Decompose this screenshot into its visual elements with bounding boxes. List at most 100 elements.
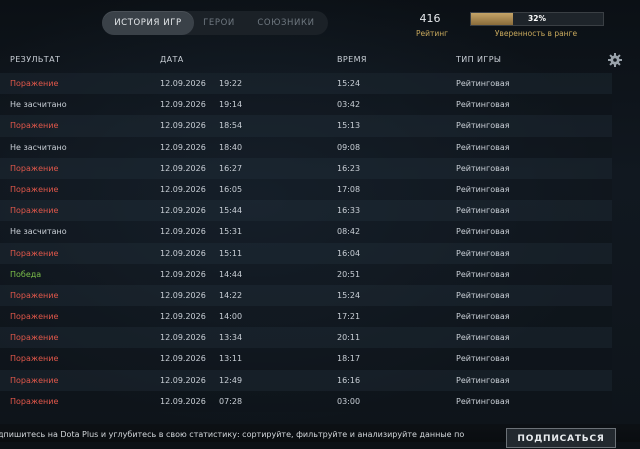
match-start-time: 19:14 (219, 100, 243, 110)
match-start-time: 14:44 (219, 269, 243, 279)
match-result: Поражение (10, 333, 59, 343)
match-date: 12.09.2026 (160, 290, 206, 300)
match-date: 12.09.2026 (160, 121, 206, 131)
match-result: Поражение (10, 121, 59, 131)
rank-confidence-percent: 32% (528, 14, 546, 23)
match-duration: 03:42 (337, 100, 361, 110)
match-row[interactable]: Поражение 12.09.2026 14:00 17:21 Рейтинговая (0, 306, 612, 328)
column-duration[interactable]: ВРЕМЯ (337, 55, 367, 64)
match-duration: 16:16 (337, 375, 361, 385)
match-start-time: 15:31 (219, 227, 243, 237)
match-game-type: Рейтинговая (456, 333, 510, 343)
match-result: Поражение (10, 354, 59, 364)
match-game-type: Рейтинговая (456, 248, 510, 258)
match-duration: 20:51 (337, 269, 361, 279)
column-game-type[interactable]: ТИП ИГРЫ (456, 55, 501, 64)
match-start-time: 16:05 (219, 184, 243, 194)
match-row[interactable]: Поражение 12.09.2026 16:05 17:08 Рейтинговая (0, 178, 612, 201)
gear-icon[interactable] (607, 52, 623, 68)
column-result[interactable]: РЕЗУЛЬТАТ (10, 55, 60, 64)
match-start-time: 15:44 (219, 206, 243, 216)
match-row[interactable]: Не засчитано 12.09.2026 15:31 08:42 Рейтинго… (0, 221, 612, 243)
match-result: Поражение (10, 206, 59, 216)
match-date: 12.09.2026 (160, 375, 206, 385)
match-result: Поражение (10, 312, 59, 322)
match-date: 12.09.2026 (160, 333, 206, 343)
table-header: РЕЗУЛЬТАТ ДАТА ВРЕМЯ ТИП ИГРЫ (0, 52, 640, 68)
match-row[interactable]: Не засчитано 12.09.2026 19:14 03:42 Рейтинго… (0, 94, 612, 116)
match-result: Поражение (10, 184, 59, 194)
match-game-type: Рейтинговая (456, 290, 510, 300)
subscribe-button[interactable]: ПОДПИСАТЬСЯ (506, 428, 616, 448)
match-row[interactable]: Поражение 12.09.2026 07:28 03:00 Рейтинговая (0, 390, 612, 412)
match-duration: 03:00 (337, 396, 361, 406)
match-game-type: Рейтинговая (456, 227, 510, 237)
match-game-type: Рейтинговая (456, 269, 510, 279)
tab-match-history[interactable]: ИСТОРИЯ ИГР (102, 11, 194, 35)
match-start-time: 19:22 (219, 79, 243, 88)
match-game-type: Рейтинговая (456, 142, 510, 152)
match-row[interactable]: Поражение 12.09.2026 15:11 16:04 Рейтинговая (0, 242, 612, 264)
match-duration: 16:33 (337, 206, 361, 216)
match-row[interactable]: Поражение 12.09.2026 16:27 16:23 Рейтинговая (0, 157, 612, 179)
match-duration: 18:17 (337, 354, 361, 364)
match-result: Победа (10, 269, 42, 279)
match-duration: 17:08 (337, 184, 361, 194)
rating-value: 416 (419, 12, 441, 25)
match-duration: 09:08 (337, 142, 361, 152)
match-date: 12.09.2026 (160, 142, 206, 152)
rating-label: Рейтинг (415, 29, 449, 38)
match-result: Поражение (10, 163, 59, 173)
match-row[interactable]: Поражение 12.09.2026 19:22 15:24 Рейтинговая (0, 73, 612, 95)
tab-bar: ИСТОРИЯ ИГР ГЕРОИ СОЮЗНИКИ (102, 11, 328, 35)
match-game-type: Рейтинговая (456, 354, 510, 364)
match-game-type: Рейтинговая (456, 100, 510, 110)
match-row[interactable]: Поражение 12.09.2026 13:11 18:17 Рейтинговая (0, 348, 612, 370)
match-duration: 15:13 (337, 121, 361, 131)
match-row[interactable]: Поражение 12.09.2026 13:34 20:11 Рейтинговая (0, 327, 612, 349)
match-date: 12.09.2026 (160, 354, 206, 364)
match-game-type: Рейтинговая (456, 206, 510, 216)
match-duration: 15:24 (337, 79, 361, 88)
match-result: Не засчитано (10, 142, 67, 152)
match-row[interactable]: Победа 12.09.2026 14:44 20:51 Рейтинговая (0, 263, 612, 285)
match-duration: 08:42 (337, 227, 361, 237)
match-date: 12.09.2026 (160, 269, 206, 279)
match-start-time: 12:49 (219, 375, 243, 385)
match-date: 12.09.2026 (160, 396, 206, 406)
column-date[interactable]: ДАТА (160, 55, 184, 64)
match-result: Поражение (10, 290, 59, 300)
match-date: 12.09.2026 (160, 163, 206, 173)
match-row[interactable]: Поражение 12.09.2026 18:54 15:13 Рейтинговая (0, 115, 612, 137)
match-list: Поражение 12.09.2026 19:22 15:24 Рейтинговая… (0, 73, 640, 412)
match-game-type: Рейтинговая (456, 312, 510, 322)
match-result: Не засчитано (10, 100, 67, 110)
match-result: Поражение (10, 248, 59, 258)
match-date: 12.09.2026 (160, 227, 206, 237)
match-duration: 16:23 (337, 163, 361, 173)
match-game-type: Рейтинговая (456, 184, 510, 194)
match-result: Поражение (10, 375, 59, 385)
match-game-type: Рейтинговая (456, 163, 510, 173)
tab-allies[interactable]: СОЮЗНИКИ (244, 11, 328, 35)
match-duration: 17:21 (337, 312, 361, 322)
match-row[interactable]: Не засчитано 12.09.2026 18:40 09:08 Рейтинго… (0, 136, 612, 158)
match-duration: 16:04 (337, 248, 361, 258)
match-start-time: 18:40 (219, 142, 243, 152)
match-start-time: 15:11 (219, 248, 243, 258)
match-start-time: 14:00 (219, 312, 243, 322)
match-date: 12.09.2026 (160, 248, 206, 258)
tab-heroes[interactable]: ГЕРОИ (194, 11, 244, 35)
match-game-type: Рейтинговая (456, 375, 510, 385)
match-start-time: 07:28 (219, 396, 243, 406)
match-row[interactable]: Поражение 12.09.2026 14:22 15:24 Рейтинговая (0, 284, 612, 307)
match-row[interactable]: Поражение 12.09.2026 15:44 16:33 Рейтинговая (0, 200, 612, 222)
match-date: 12.09.2026 (160, 312, 206, 322)
match-start-time: 14:22 (219, 290, 243, 300)
match-duration: 20:11 (337, 333, 361, 343)
match-start-time: 16:27 (219, 163, 243, 173)
match-row[interactable]: Поражение 12.09.2026 12:49 16:16 Рейтинговая (0, 369, 612, 391)
match-date: 12.09.2026 (160, 184, 206, 194)
match-result: Поражение (10, 396, 59, 406)
match-game-type: Рейтинговая (456, 121, 510, 131)
